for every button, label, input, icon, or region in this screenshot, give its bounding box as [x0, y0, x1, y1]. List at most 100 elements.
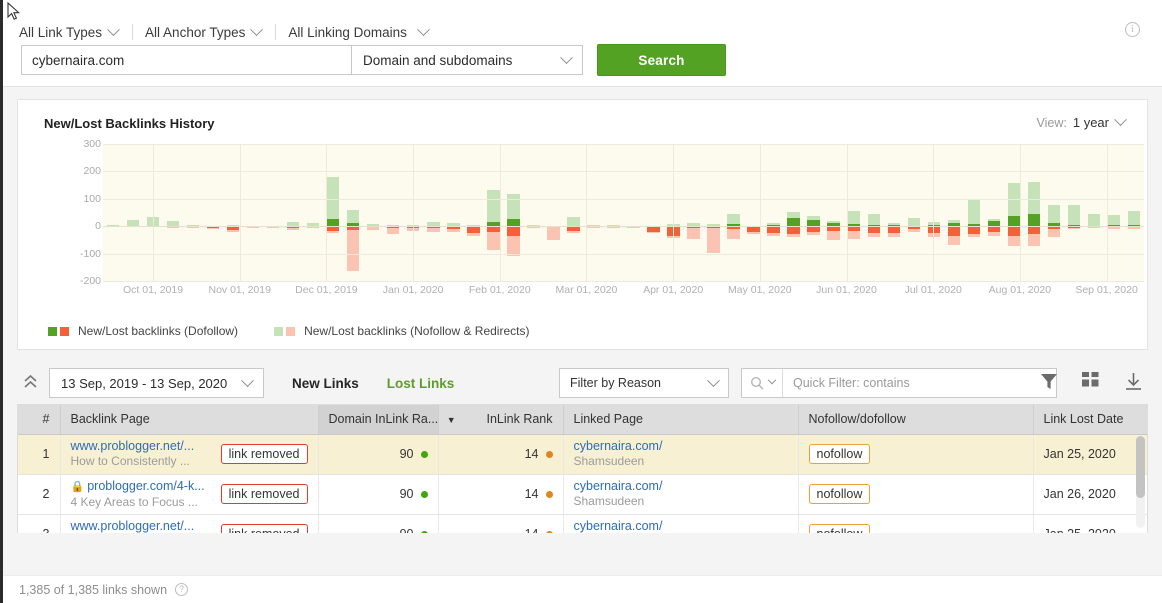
chart-bar[interactable] [1088, 144, 1100, 281]
table-scrollbar[interactable] [1136, 436, 1145, 528]
filter-all-anchor-types[interactable]: All Anchor Types [145, 25, 271, 40]
backlink-page-link[interactable]: 🔒problogger.com/4-k... [71, 479, 205, 495]
chart-bar[interactable] [607, 144, 619, 281]
chart-bar[interactable] [727, 144, 739, 281]
legend-item-dofollow[interactable]: New/Lost backlinks (Dofollow) [48, 324, 238, 338]
chart-bar[interactable] [427, 144, 439, 281]
filter-all-linking-domains[interactable]: All Linking Domains [288, 25, 438, 40]
table-row[interactable]: 3www.problogger.net/...How to Tell if Yo… [18, 514, 1148, 533]
table-row[interactable]: 2🔒problogger.com/4-k...4 Key Areas to Fo… [18, 474, 1148, 514]
chart-bar[interactable] [227, 144, 239, 281]
col-inlink-rank[interactable]: InLink Rank [438, 405, 563, 434]
chart-bar[interactable] [267, 144, 279, 281]
chart-bar[interactable] [1128, 144, 1140, 281]
chart-bar[interactable] [647, 144, 659, 281]
chart-bar[interactable] [367, 144, 379, 281]
backlink-page-link[interactable]: www.problogger.net/... [71, 439, 195, 454]
bar-segment-new-nofollow [567, 217, 579, 226]
table-row[interactable]: 1www.problogger.net/...How to Consistent… [18, 434, 1148, 474]
chart-bar[interactable] [547, 144, 559, 281]
lock-icon: 🔒 [71, 481, 85, 493]
chart-bar[interactable] [487, 144, 499, 281]
search-scope-select[interactable]: Domain and subdomains [351, 45, 583, 75]
chart-bar[interactable] [307, 144, 319, 281]
chart-bar[interactable] [627, 144, 639, 281]
chart-bar[interactable] [1008, 144, 1020, 281]
cell-inlink-rank: 14 [438, 434, 563, 474]
backlink-page-link[interactable]: www.problogger.net/... [71, 519, 196, 533]
question-icon[interactable]: ? [175, 583, 188, 596]
link-removed-badge[interactable]: link removed [221, 484, 308, 504]
chart-bar[interactable] [167, 144, 179, 281]
chart-bar[interactable] [687, 144, 699, 281]
table-scrollbar-thumb[interactable] [1136, 436, 1145, 498]
chart-gridline [103, 144, 1144, 145]
chart-bar[interactable] [807, 144, 819, 281]
link-removed-badge[interactable]: link removed [221, 444, 308, 464]
linked-page-link[interactable]: cybernaira.com/ [574, 519, 788, 533]
col-domain-inlink-rank[interactable]: Domain InLink Ra... ▼ [318, 405, 438, 434]
chart-bar[interactable] [868, 144, 880, 281]
chart-bar[interactable] [127, 144, 139, 281]
chart-bar[interactable] [327, 144, 339, 281]
chart-bar[interactable] [287, 144, 299, 281]
chart-bar[interactable] [387, 144, 399, 281]
col-backlink-page[interactable]: Backlink Page [60, 405, 318, 434]
chart-bar[interactable] [467, 144, 479, 281]
chart-bar[interactable] [1048, 144, 1060, 281]
chart-bar[interactable] [948, 144, 960, 281]
legend-item-nofollow[interactable]: New/Lost backlinks (Nofollow & Redirects… [274, 324, 529, 338]
chart-bar[interactable] [347, 144, 359, 281]
search-icon[interactable] [742, 369, 783, 397]
tab-new-links[interactable]: New Links [292, 376, 359, 391]
chart-bar[interactable] [207, 144, 219, 281]
chart-bar[interactable] [507, 144, 519, 281]
filter-all-link-types[interactable]: All Link Types [19, 25, 128, 40]
chart-bar[interactable] [447, 144, 459, 281]
chart-bar[interactable] [1108, 144, 1120, 281]
search-button[interactable]: Search [597, 44, 726, 76]
link-removed-badge[interactable]: link removed [221, 524, 308, 533]
bar-segment-lost-nofollow [968, 234, 980, 237]
chart-bar[interactable] [968, 144, 980, 281]
chart-bar[interactable] [787, 144, 799, 281]
chart-bar[interactable] [848, 144, 860, 281]
funnel-icon[interactable] [1038, 369, 1060, 393]
col-link-lost-date[interactable]: Link Lost Date [1033, 405, 1148, 434]
chart-bar[interactable] [767, 144, 779, 281]
col-nofollow-dofollow[interactable]: Nofollow/dofollow [798, 405, 1033, 434]
chart-bar[interactable] [587, 144, 599, 281]
chart-bar[interactable] [827, 144, 839, 281]
chart-bar[interactable] [187, 144, 199, 281]
view-period-select[interactable]: View: 1 year [1037, 115, 1125, 130]
chart-bar[interactable] [1068, 144, 1080, 281]
chart-bar[interactable] [567, 144, 579, 281]
chart-gridline-vertical [326, 144, 327, 281]
filter-by-reason-select[interactable]: Filter by Reason [559, 368, 729, 398]
linked-page-link[interactable]: cybernaira.com/ [574, 439, 788, 454]
chart-bar[interactable] [888, 144, 900, 281]
chart-bar[interactable] [707, 144, 719, 281]
chevrons-up-icon[interactable] [17, 374, 43, 393]
grid-icon[interactable] [1080, 369, 1102, 393]
tab-lost-links[interactable]: Lost Links [387, 376, 455, 391]
linked-page-link[interactable]: cybernaira.com/ [574, 479, 788, 494]
download-icon[interactable] [1122, 369, 1144, 393]
bar-segment-lost-nofollow [547, 227, 559, 240]
chart-x-tick: May 01, 2020 [728, 284, 792, 296]
chart-bar[interactable] [747, 144, 759, 281]
chart-bar[interactable] [107, 144, 119, 281]
chart-bar[interactable] [1028, 144, 1040, 281]
chart-gridline-vertical [760, 144, 761, 281]
chevron-down-icon [417, 23, 430, 36]
chart-bar[interactable] [247, 144, 259, 281]
chart-bar[interactable] [908, 144, 920, 281]
domain-search-input[interactable] [21, 45, 351, 75]
chart-bar[interactable] [527, 144, 539, 281]
info-icon[interactable]: i [1125, 22, 1140, 37]
col-linked-page[interactable]: Linked Page [563, 405, 798, 434]
date-range-select[interactable]: 13 Sep, 2019 - 13 Sep, 2020 [49, 368, 264, 398]
quick-filter-input[interactable] [783, 370, 1056, 396]
chart-bar[interactable] [988, 144, 1000, 281]
col-index[interactable]: # [18, 405, 60, 434]
